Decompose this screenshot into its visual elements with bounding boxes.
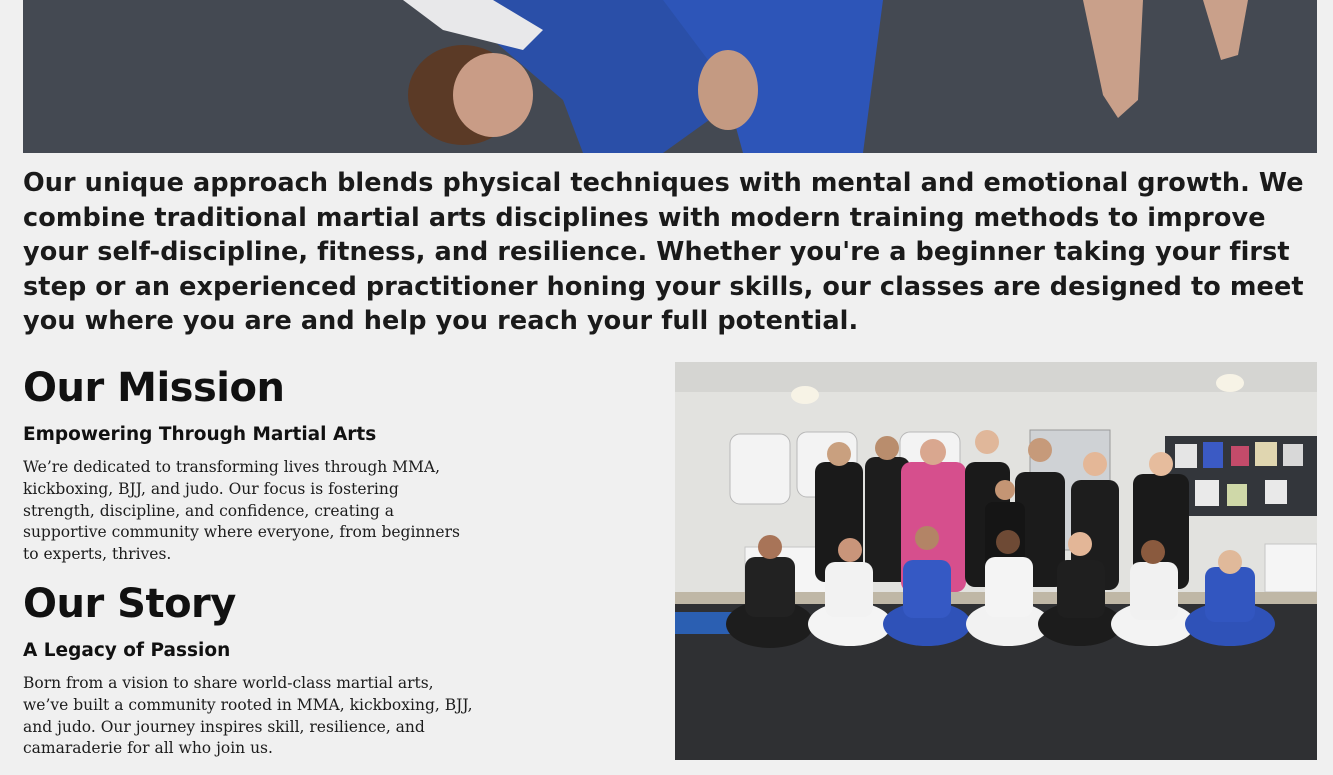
hero-image (23, 0, 1317, 153)
group-photo-illustration (675, 362, 1317, 760)
story-body: Born from a vision to share world-class … (23, 674, 473, 758)
mission-subtitle: Empowering Through Martial Arts (23, 424, 377, 445)
hero-illustration (23, 0, 1317, 153)
intro-text: Our unique approach blends physical tech… (23, 168, 1304, 336)
mission-title: Our Mission (23, 365, 285, 411)
story-subtitle: A Legacy of Passion (23, 640, 231, 661)
mission-body: We’re dedicated to transforming lives th… (23, 458, 460, 564)
group-photo (675, 362, 1317, 760)
story-title: Our Story (23, 581, 236, 627)
